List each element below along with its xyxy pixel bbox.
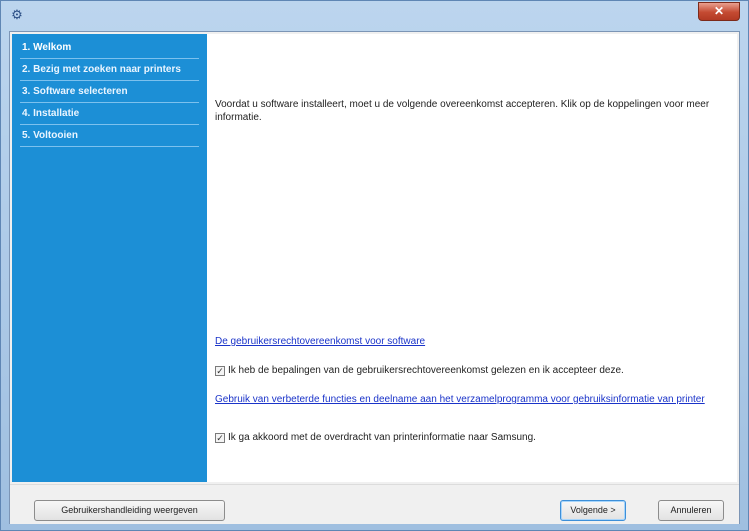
- improvement-program-link[interactable]: Gebruik van verbeterde functies en deeln…: [215, 394, 735, 406]
- step-label: 3. Software selecteren: [22, 86, 128, 97]
- license-accept-row[interactable]: ✓ Ik heb de bepalingen van de gebruikers…: [215, 364, 624, 377]
- step-searching-printers: 2. Bezig met zoeken naar printers: [20, 59, 199, 81]
- transfer-accept-checkbox[interactable]: ✓: [215, 432, 225, 443]
- step-label: 5. Voltooien: [22, 130, 78, 141]
- next-button[interactable]: Volgende >: [560, 500, 626, 521]
- installer-window: ⚙ ✕ 1. Welkom 2. Bezig met zoeken naar p…: [0, 0, 749, 531]
- step-select-software: 3. Software selecteren: [20, 81, 199, 103]
- step-label: 2. Bezig met zoeken naar printers: [22, 64, 181, 75]
- client-area: 1. Welkom 2. Bezig met zoeken naar print…: [9, 31, 740, 524]
- title-bar[interactable]: ⚙ ✕: [1, 1, 748, 29]
- show-user-manual-button[interactable]: Gebruikershandleiding weergeven: [34, 500, 225, 521]
- button-bar: Gebruikershandleiding weergeven Volgende…: [10, 484, 739, 524]
- steps-sidebar: 1. Welkom 2. Bezig met zoeken naar print…: [12, 34, 207, 482]
- transfer-accept-row[interactable]: ✓ Ik ga akkoord met de overdracht van pr…: [215, 431, 536, 444]
- license-agreement-link[interactable]: De gebruikersrechtovereenkomst voor soft…: [215, 336, 715, 348]
- main-content: Voordat u software installeert, moet u d…: [207, 34, 737, 482]
- close-window-button[interactable]: ✕: [698, 2, 740, 21]
- installer-app-icon: ⚙: [11, 7, 23, 22]
- check-icon: ✓: [216, 432, 224, 443]
- license-accept-checkbox[interactable]: ✓: [215, 365, 225, 376]
- step-finish: 5. Voltooien: [20, 125, 199, 147]
- close-icon: ✕: [713, 4, 725, 18]
- step-label: 4. Installatie: [22, 108, 80, 119]
- intro-text: Voordat u software installeert, moet u d…: [215, 99, 710, 123]
- step-installation: 4. Installatie: [20, 103, 199, 125]
- step-label: 1. Welkom: [22, 42, 72, 53]
- transfer-accept-label[interactable]: Ik ga akkoord met de overdracht van prin…: [228, 431, 536, 444]
- check-icon: ✓: [216, 365, 224, 376]
- cancel-button[interactable]: Annuleren: [658, 500, 724, 521]
- license-accept-label[interactable]: Ik heb de bepalingen van de gebruikersre…: [228, 364, 624, 377]
- step-welcome: 1. Welkom: [20, 34, 199, 59]
